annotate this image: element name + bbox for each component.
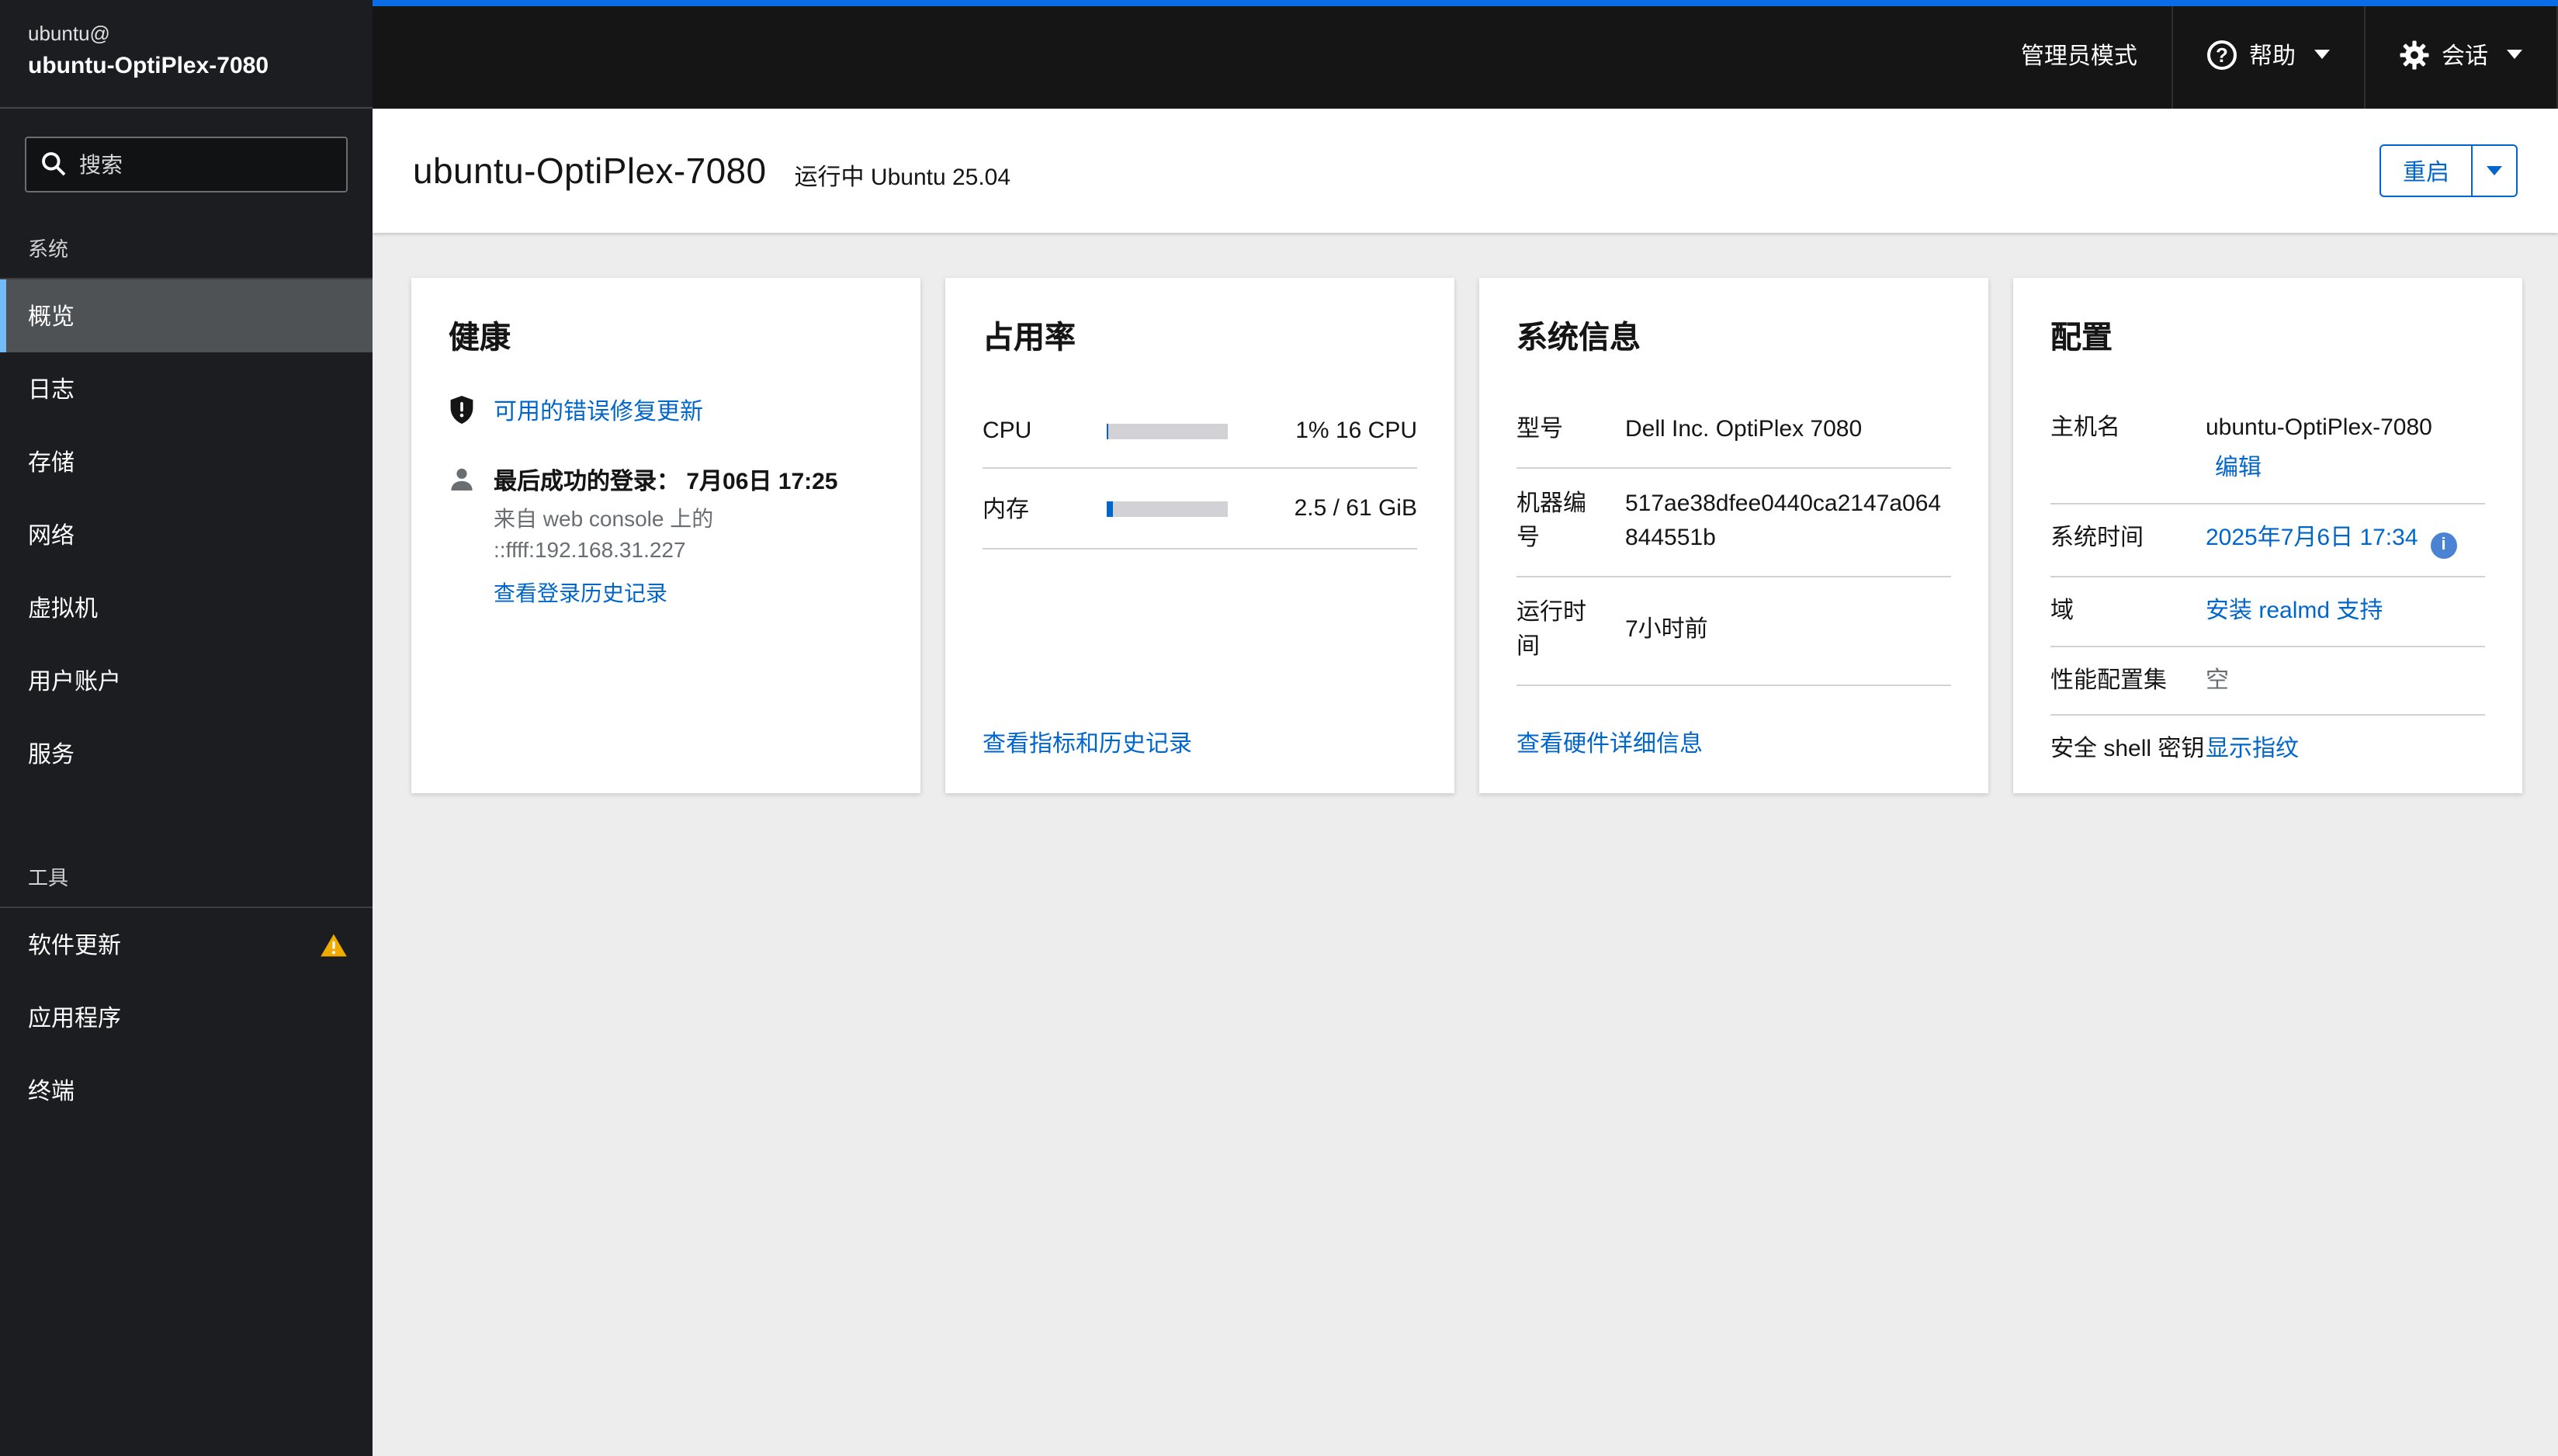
restart-split-button: 重启	[2379, 144, 2518, 197]
machine-id-value: 517ae38dfee0440ca2147a064844551b	[1625, 490, 1942, 551]
bugfix-updates-row: 可用的错误修复更新	[449, 394, 883, 427]
sidebar-host-header: ubuntu@ ubuntu-OptiPlex-7080	[0, 0, 373, 109]
masthead: 管理员模式 ? 帮助 会话	[373, 0, 2558, 109]
page-header: ubuntu-OptiPlex-7080 运行中 Ubuntu 25.04 重启	[373, 109, 2558, 233]
question-circle-icon: ?	[2206, 40, 2237, 69]
usage-card: 占用率 CPU 1% 16 CPU 内存 2.5 / 61 GiB 查看指标和历…	[945, 278, 1454, 793]
sidebar: ubuntu@ ubuntu-OptiPlex-7080 系统 概览 日志 存储…	[0, 0, 373, 1456]
cpu-usage-row: CPU 1% 16 CPU	[983, 394, 1417, 469]
sidebar-item-applications[interactable]: 应用程序	[0, 981, 373, 1054]
install-realmd-link[interactable]: 安装 realmd 支持	[2206, 598, 2383, 624]
hostname-row-label: 主机名	[2050, 414, 2121, 441]
sidebar-item-terminal[interactable]: 终端	[0, 1054, 373, 1127]
ssh-keys-row: 安全 shell 密钥 显示指纹	[2050, 716, 2485, 785]
system-state: 运行中 Ubuntu 25.04	[794, 164, 1011, 190]
configuration-card-title: 配置	[2050, 321, 2113, 355]
page-title: ubuntu-OptiPlex-7080	[413, 150, 767, 190]
sidebar-item-network[interactable]: 网络	[0, 498, 373, 571]
performance-profile-value: 空	[2206, 667, 2230, 694]
uptime-row: 运行时间 7小时前	[1516, 577, 1951, 685]
system-time-link[interactable]: 2025年7月6日 17:34	[2206, 524, 2418, 550]
info-circle-icon[interactable]: i	[2430, 532, 2457, 559]
model-row: 型号 Dell Inc. OptiPlex 7080	[1516, 394, 1951, 468]
nav-section-system-label: 系统	[0, 214, 373, 279]
nav-section-tools: 工具 软件更新 应用程序 终端	[0, 843, 373, 1127]
login-origin-line2: ::ffff:192.168.31.227	[494, 537, 686, 563]
overview-content: 健康 可用的错误修复更新 最后成功的登录： 7月06日 17:25 来自 web…	[373, 233, 2558, 1456]
health-card: 健康 可用的错误修复更新 最后成功的登录： 7月06日 17:25 来自 web…	[411, 278, 920, 793]
machine-id-row: 机器编号 517ae38dfee0440ca2147a064844551b	[1516, 468, 1951, 577]
sidebar-item-services[interactable]: 服务	[0, 717, 373, 790]
sidebar-item-overview[interactable]: 概览	[0, 279, 373, 352]
system-time-label: 系统时间	[2050, 524, 2144, 550]
sidebar-nav: 系统 概览 日志 存储 网络 虚拟机 用户账户 服务 工具 软件更新 应用程序 …	[0, 199, 373, 1456]
memory-value: 2.5 / 61 GiB	[1294, 495, 1417, 522]
nav-section-system: 系统 概览 日志 存储 网络 虚拟机 用户账户 服务	[0, 214, 373, 790]
cpu-label: CPU	[983, 418, 1032, 444]
chevron-down-icon	[2487, 166, 2502, 175]
warning-triangle-icon	[321, 933, 347, 956]
uptime-label: 运行时间	[1516, 598, 1587, 660]
edit-hostname-link[interactable]: 编辑	[2215, 452, 2262, 486]
hostname-row-value: ubuntu-OptiPlex-7080 编辑	[2206, 411, 2485, 485]
sidebar-item-accounts[interactable]: 用户账户	[0, 644, 373, 717]
domain-label: 域	[2050, 597, 2074, 624]
nav-section-tools-label: 工具	[0, 843, 373, 908]
session-menu-button[interactable]: 会话	[2366, 0, 2556, 109]
chevron-down-icon	[2314, 50, 2330, 59]
sidebar-item-software-updates[interactable]: 软件更新	[0, 908, 373, 981]
system-time-row: 系统时间 2025年7月6日 17:34 i	[2050, 504, 2485, 577]
memory-progress-bar	[1107, 501, 1228, 516]
health-card-title: 健康	[449, 321, 511, 355]
performance-profile-row: 性能配置集 空	[2050, 647, 2485, 716]
last-login-row: 最后成功的登录： 7月06日 17:25	[449, 464, 883, 497]
restart-dropdown-toggle[interactable]	[2471, 144, 2518, 197]
login-history-link[interactable]: 查看登录历史记录	[494, 580, 667, 605]
system-time-value: 2025年7月6日 17:34 i	[2206, 521, 2485, 559]
memory-usage-row: 内存 2.5 / 61 GiB	[983, 469, 1417, 549]
sidebar-item-logs[interactable]: 日志	[0, 352, 373, 425]
gear-icon	[2400, 40, 2429, 69]
chevron-down-icon	[2507, 50, 2522, 59]
system-info-card: 系统信息 型号 Dell Inc. OptiPlex 7080 机器编号 517…	[1479, 278, 1988, 793]
help-menu-button[interactable]: ? 帮助	[2173, 0, 2364, 109]
search-icon	[42, 152, 66, 176]
ssh-keys-label: 安全 shell 密钥	[2050, 736, 2205, 763]
sidebar-item-storage[interactable]: 存储	[0, 425, 373, 498]
configuration-card: 配置 主机名 ubuntu-OptiPlex-7080 编辑 系统时间 2025…	[2013, 278, 2522, 793]
model-value: Dell Inc. OptiPlex 7080	[1625, 416, 1863, 442]
cockpit-overview-page: ubuntu@ ubuntu-OptiPlex-7080 系统 概览 日志 存储…	[0, 0, 2558, 1456]
memory-label: 内存	[983, 497, 1030, 523]
metrics-history-link[interactable]: 查看指标和历史记录	[983, 731, 1192, 757]
hardware-details-link[interactable]: 查看硬件详细信息	[1516, 731, 1703, 757]
hostname-label: ubuntu-OptiPlex-7080	[28, 52, 269, 79]
sidebar-search	[25, 137, 348, 192]
bugfix-updates-link[interactable]: 可用的错误修复更新	[494, 394, 703, 427]
usage-card-title: 占用率	[983, 321, 1076, 355]
hostname-row: 主机名 ubuntu-OptiPlex-7080 编辑	[2050, 394, 2485, 504]
model-label: 型号	[1516, 416, 1564, 442]
performance-profile-label: 性能配置集	[2050, 667, 2168, 694]
cpu-value: 1% 16 CPU	[1295, 418, 1417, 444]
cpu-progress-bar	[1107, 423, 1228, 439]
logged-in-user: ubuntu@	[28, 22, 110, 45]
login-origin-line1: 来自 web console 上的	[494, 506, 714, 531]
last-login-text: 最后成功的登录： 7月06日 17:25	[494, 469, 838, 495]
show-fingerprints-link[interactable]: 显示指纹	[2206, 737, 2299, 763]
domain-row: 域 安装 realmd 支持	[2050, 577, 2485, 647]
user-icon	[451, 468, 473, 491]
search-input[interactable]	[25, 137, 348, 192]
uptime-value: 7小时前	[1625, 615, 1708, 643]
sidebar-item-virtual-machines[interactable]: 虚拟机	[0, 571, 373, 644]
machine-id-label: 机器编号	[1516, 490, 1587, 551]
shield-exclamation-icon	[450, 396, 473, 424]
system-info-card-title: 系统信息	[1516, 321, 1641, 355]
admin-mode-button[interactable]: 管理员模式	[1987, 0, 2172, 109]
restart-button[interactable]: 重启	[2379, 144, 2471, 197]
